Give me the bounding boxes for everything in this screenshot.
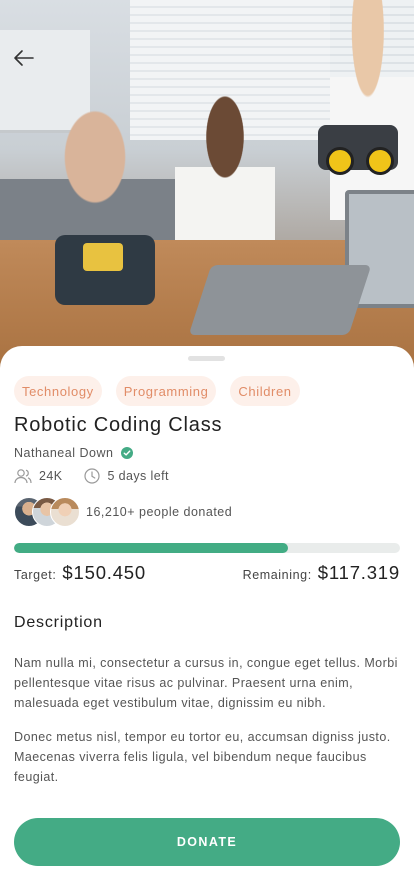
donate-button[interactable]: DONATE <box>14 818 400 866</box>
arrow-left-icon <box>14 50 34 66</box>
amounts-row: Target: $150.450 Remaining: $117.319 <box>14 562 400 584</box>
donors-row[interactable]: 16,210+ people donated <box>14 497 232 527</box>
campaign-title: Robotic Coding Class <box>14 414 223 436</box>
progress-fill <box>14 543 289 553</box>
tag-chip[interactable]: Programming <box>115 376 217 406</box>
target-value: $150.450 <box>62 562 146 583</box>
tag-list: Technology Programming Children <box>14 376 300 406</box>
tag-chip[interactable]: Children <box>230 376 300 406</box>
details-sheet: Technology Programming Children Robotic … <box>0 346 414 896</box>
followers-stat: 24K <box>14 468 62 484</box>
check-circle-icon <box>121 447 134 459</box>
back-button[interactable] <box>8 42 40 74</box>
donor-avatars <box>14 497 80 527</box>
sheet-handle[interactable] <box>188 356 225 361</box>
description-paragraph: Donec metus nisl, tempor eu tortor eu, a… <box>14 730 391 784</box>
remaining-value: $117.319 <box>317 562 400 583</box>
description-heading: Description <box>14 614 103 631</box>
target-amount: Target: $150.450 <box>14 562 146 584</box>
avatar <box>50 497 80 527</box>
followers-count: 24K <box>39 469 63 483</box>
author-name[interactable]: Nathaneal Down <box>14 446 113 460</box>
child-standing-graphic <box>330 0 414 220</box>
hero-image <box>0 0 414 372</box>
clock-icon <box>84 468 101 484</box>
child-seated-graphic <box>175 95 275 245</box>
robot-kit-graphic <box>55 235 155 305</box>
author-row: Nathaneal Down <box>14 446 134 460</box>
laptop-graphic <box>188 265 372 335</box>
tag-chip[interactable]: Technology <box>14 376 102 406</box>
users-icon <box>14 469 32 484</box>
remaining-amount: Remaining: $117.319 <box>243 562 400 584</box>
funding-progress-bar <box>14 543 400 553</box>
time-left-stat: 5 days left <box>84 468 168 484</box>
meta-row: 24K 5 days left <box>14 468 169 484</box>
time-left-text: 5 days left <box>107 469 169 483</box>
description-paragraph: Nam nulla mi, consectetur a cursus in, c… <box>14 656 398 710</box>
target-label: Target: <box>14 568 57 582</box>
remaining-label: Remaining: <box>242 568 312 582</box>
robot-car-graphic <box>318 125 398 175</box>
donors-count-text: 16,210+ people donated <box>86 505 233 519</box>
